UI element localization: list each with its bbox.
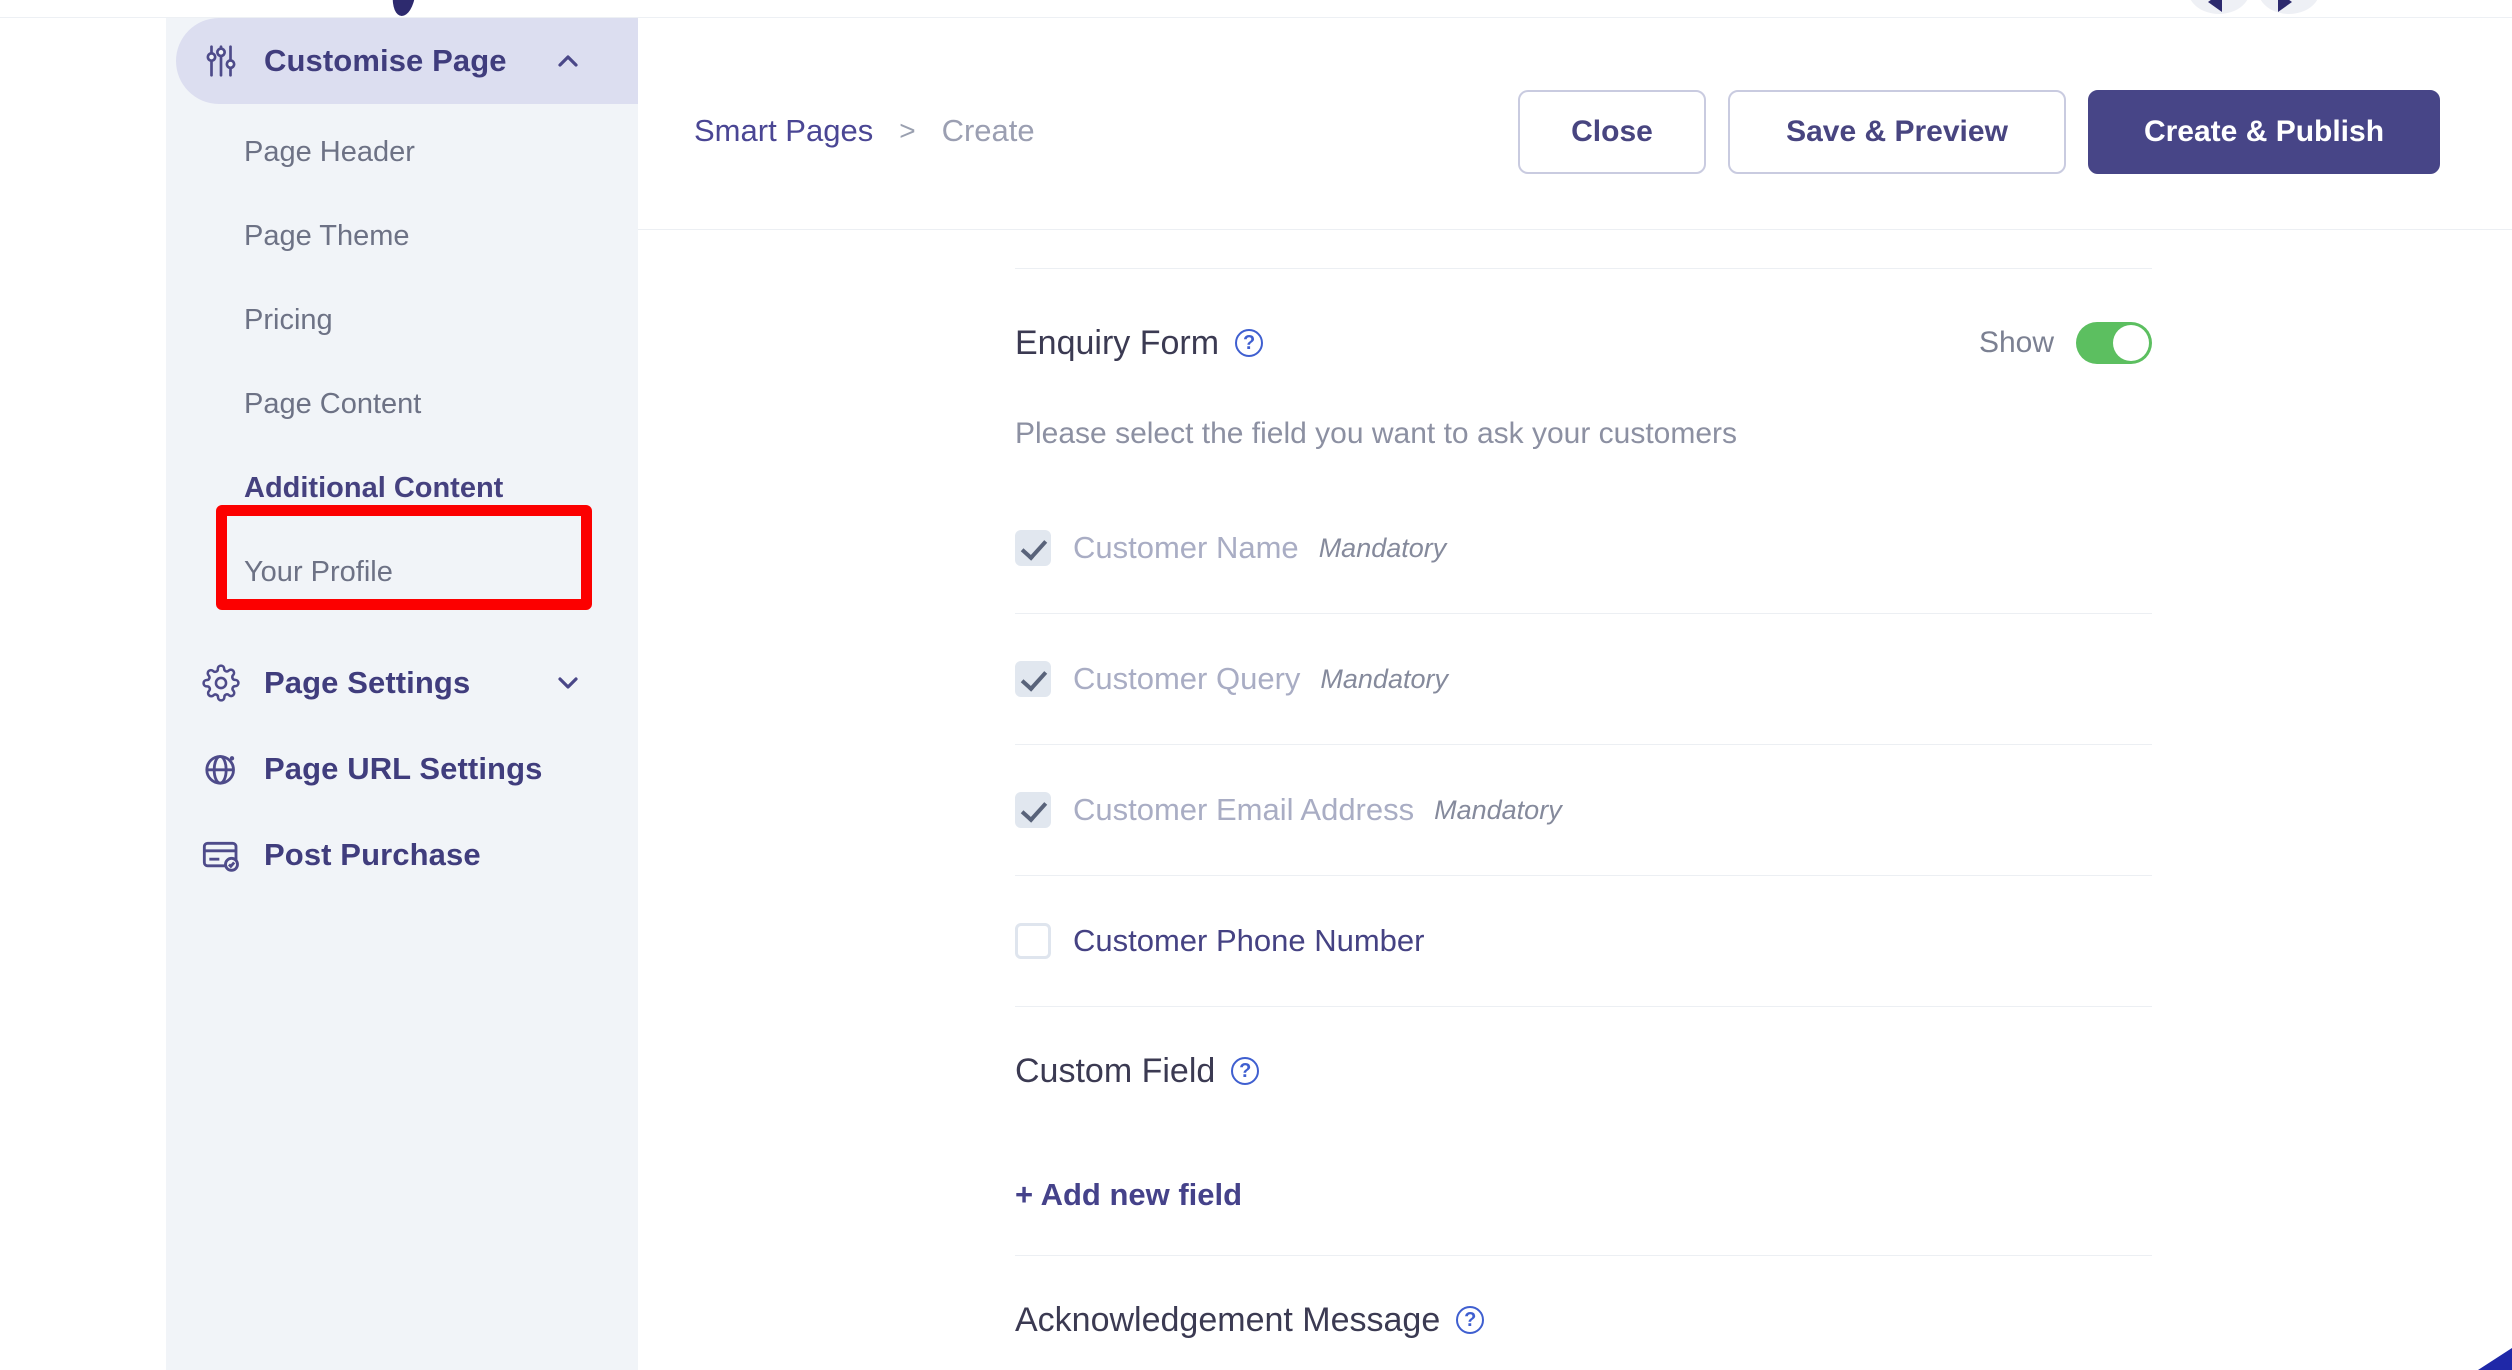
- custom-field-title: Custom Field: [1015, 1051, 1216, 1090]
- field-row-customer-phone-number: Customer Phone Number: [1015, 876, 2152, 1006]
- chevron-down-icon[interactable]: [552, 667, 584, 699]
- sidebar-item-page-header[interactable]: Page Header: [166, 110, 638, 194]
- enquiry-form-title: Enquiry Form: [1015, 323, 1220, 362]
- sidebar-item-pricing[interactable]: Pricing: [166, 278, 638, 362]
- checkbox-customer-phone-number[interactable]: [1015, 923, 1051, 959]
- field-label: Customer Name: [1073, 530, 1299, 565]
- header-actions: Close Save & Preview Create & Publish: [1518, 90, 2440, 174]
- sidebar-group-customise-page[interactable]: Customise Page: [176, 18, 638, 104]
- sidebar-item-label: Pricing: [244, 303, 333, 336]
- save-preview-button[interactable]: Save & Preview: [1728, 90, 2066, 174]
- nav-next-icon[interactable]: [2258, 0, 2320, 14]
- custom-field-header: Custom Field ?: [1015, 1007, 2152, 1135]
- sidebar-group-post-purchase[interactable]: Post Purchase: [166, 812, 638, 898]
- sidebar-item-additional-content[interactable]: Additional Content: [166, 446, 638, 530]
- sidebar-item-your-profile[interactable]: Your Profile: [166, 530, 638, 614]
- sidebar-group-label: Post Purchase: [264, 837, 481, 872]
- sidebar-group-label: Page URL Settings: [264, 751, 543, 786]
- page-header: Smart Pages > Create Close Save & Previe…: [638, 18, 2512, 230]
- checkbox-customer-email-address[interactable]: [1015, 792, 1051, 828]
- sidebar-item-label: Page Theme: [244, 219, 410, 252]
- sliders-icon: [200, 42, 242, 80]
- breadcrumb-current: Create: [941, 113, 1035, 148]
- checkbox-customer-name[interactable]: [1015, 530, 1051, 566]
- custom-field-title-wrap: Custom Field ?: [1015, 1051, 1260, 1091]
- toggle-label: Show: [1978, 326, 2054, 359]
- create-publish-button[interactable]: Create & Publish: [2088, 90, 2440, 174]
- sidebar-item-page-content[interactable]: Page Content: [166, 362, 638, 446]
- mandatory-badge: Mandatory: [1318, 532, 1447, 563]
- mandatory-badge: Mandatory: [1320, 663, 1448, 694]
- chevron-up-icon[interactable]: [552, 45, 584, 77]
- enquiry-form-helper-text: Please select the field you want to ask …: [1015, 417, 1738, 450]
- corner-fragment: [2478, 1348, 2512, 1370]
- enquiry-form-show-toggle[interactable]: [2076, 322, 2152, 364]
- sidebar-item-label: Page Header: [244, 135, 415, 168]
- acknowledgement-message-header: Acknowledgement Message ?: [1015, 1256, 2152, 1370]
- breadcrumb: Smart Pages > Create: [694, 113, 1035, 149]
- app-logo-icon: [390, 0, 418, 16]
- question-circle-icon[interactable]: ?: [1235, 329, 1264, 357]
- acknowledgement-message-title: Acknowledgement Message: [1015, 1300, 1441, 1339]
- question-circle-icon[interactable]: ?: [1456, 1306, 1485, 1334]
- field-label: Customer Query: [1073, 661, 1301, 696]
- field-row-customer-query: Customer Query Mandatory: [1015, 614, 2152, 744]
- chevron-right-icon: >: [899, 115, 916, 146]
- field-label: Customer Phone Number: [1073, 923, 1425, 958]
- nav-previous-icon[interactable]: [2188, 0, 2250, 14]
- acknowledgement-title-wrap: Acknowledgement Message ?: [1015, 1300, 1485, 1340]
- content-column: Enquiry Form ? Show Please select the fi…: [1015, 230, 2152, 1370]
- mandatory-badge: Mandatory: [1434, 794, 1562, 825]
- field-row-customer-name: Customer Name Mandatory: [1015, 483, 2152, 613]
- main-content: Enquiry Form ? Show Please select the fi…: [638, 230, 2512, 1370]
- sidebar-item-label: Your Profile: [244, 555, 393, 588]
- toggle-knob: [2113, 325, 2149, 361]
- close-button[interactable]: Close: [1518, 90, 1706, 174]
- enquiry-form-title-wrap: Enquiry Form ?: [1015, 323, 1264, 363]
- add-new-field-link[interactable]: + Add new field: [1015, 1135, 2152, 1255]
- sidebar: Customise Page Page Header Page Theme Pr…: [166, 18, 638, 1370]
- question-circle-icon[interactable]: ?: [1231, 1057, 1260, 1085]
- sidebar-item-label: Page Content: [244, 387, 422, 420]
- checkbox-customer-query[interactable]: [1015, 661, 1051, 697]
- sidebar-item-label: Additional Content: [244, 471, 504, 504]
- card-check-icon: [200, 835, 242, 875]
- field-label: Customer Email Address: [1073, 792, 1415, 827]
- breadcrumb-root[interactable]: Smart Pages: [694, 113, 873, 149]
- sidebar-group-page-settings[interactable]: Page Settings: [166, 640, 638, 726]
- enquiry-form-toggle-wrap: Show: [1979, 322, 2152, 364]
- sidebar-subnav-customise-page: Page Header Page Theme Pricing Page Cont…: [166, 104, 638, 614]
- field-row-customer-email-address: Customer Email Address Mandatory: [1015, 745, 2152, 875]
- sidebar-item-page-theme[interactable]: Page Theme: [166, 194, 638, 278]
- globe-icon: [200, 749, 242, 789]
- enquiry-form-header: Enquiry Form ? Show: [1015, 269, 2152, 417]
- sidebar-group-page-url-settings[interactable]: Page URL Settings: [166, 726, 638, 812]
- gear-icon: [200, 664, 242, 702]
- sidebar-group-label: Customise Page: [264, 43, 507, 78]
- sidebar-group-label: Page Settings: [264, 665, 471, 700]
- app-top-bar: [0, 0, 2512, 18]
